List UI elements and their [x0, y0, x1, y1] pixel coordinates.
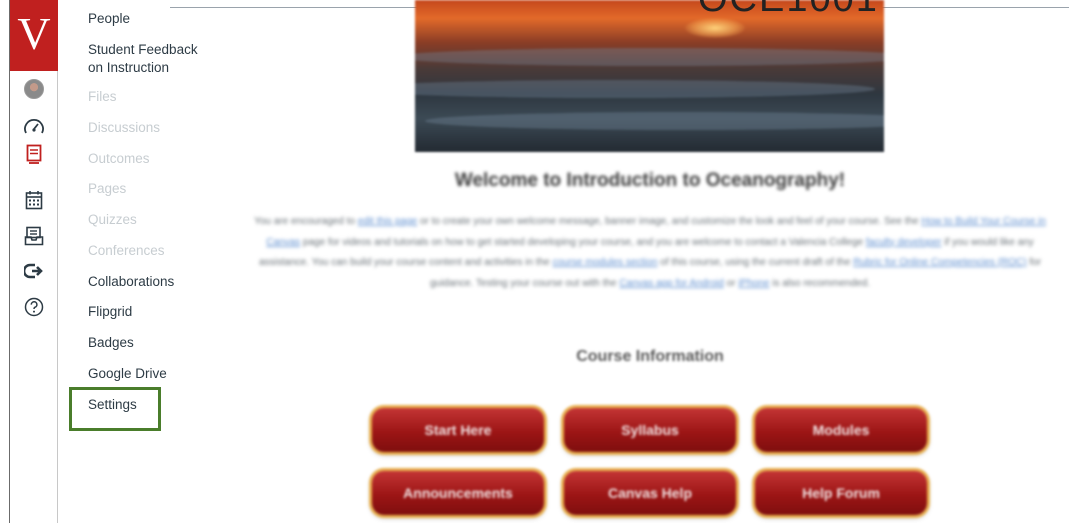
- dashboard-nav-item[interactable]: [10, 112, 58, 142]
- help-nav-item[interactable]: [10, 292, 58, 322]
- avatar: [24, 79, 44, 99]
- global-nav: V: [9, 0, 58, 523]
- wave: [415, 80, 875, 98]
- course-nav-conferences[interactable]: Conferences: [88, 242, 165, 260]
- help-icon: [24, 297, 44, 317]
- help-forum-button[interactable]: Help Forum: [755, 471, 927, 515]
- syllabus-button[interactable]: Syllabus: [564, 408, 736, 452]
- wave: [415, 48, 884, 66]
- intro-text: is also recommended.: [769, 277, 871, 289]
- course-nav-outcomes[interactable]: Outcomes: [88, 150, 150, 168]
- valencia-logo[interactable]: V: [10, 0, 58, 71]
- intro-text: or to create your own welcome message, b…: [417, 216, 922, 227]
- canvas-course-page: V People Student Feedback on Instruction…: [0, 0, 1069, 523]
- intro-text: page for videos and tutorials on how to …: [300, 236, 866, 248]
- course-modules-link[interactable]: course modules section: [552, 257, 657, 268]
- course-nav-quizzes[interactable]: Quizzes: [88, 211, 137, 229]
- android-app-link[interactable]: Canvas app for Android: [619, 278, 724, 289]
- course-nav-files[interactable]: Files: [88, 88, 117, 106]
- wave: [425, 112, 884, 130]
- start-here-button[interactable]: Start Here: [372, 408, 544, 452]
- settings-highlight-box: [69, 387, 161, 431]
- course-nav-collaborations[interactable]: Collaborations: [88, 273, 174, 291]
- commons-icon: [24, 263, 43, 279]
- welcome-heading: Welcome to Introduction to Oceanography!: [454, 170, 846, 191]
- course-nav-label-line: on Instruction: [88, 60, 170, 75]
- inbox-nav-item[interactable]: [10, 221, 58, 251]
- calendar-icon: [25, 191, 43, 210]
- edit-page-link[interactable]: edit this page: [358, 216, 418, 227]
- calendar-nav-item[interactable]: [10, 185, 58, 215]
- course-nav-student-feedback[interactable]: Student Feedback on Instruction: [88, 41, 198, 77]
- faculty-developer-link[interactable]: faculty developer: [866, 237, 942, 248]
- canvas-help-button[interactable]: Canvas Help: [564, 471, 736, 515]
- course-nav-google-drive[interactable]: Google Drive: [88, 365, 167, 383]
- course-nav-badges[interactable]: Badges: [88, 334, 134, 352]
- banner-image: [415, 0, 884, 152]
- banner-title: OCE1001: [698, 0, 879, 21]
- course-nav-pages[interactable]: Pages: [88, 180, 126, 198]
- dashboard-icon: [24, 119, 44, 134]
- announcements-button[interactable]: Announcements: [372, 471, 544, 515]
- intro-text: or: [723, 277, 739, 289]
- course-nav-label-line: Student Feedback: [88, 42, 198, 57]
- intro-text: of this course, using the current draft …: [657, 257, 854, 268]
- sunset-glow: [685, 18, 745, 38]
- intro-paragraph: You are encouraged to edit this page or …: [254, 212, 1046, 294]
- roc-rubric-link[interactable]: Rubric for Online Competencies (ROC): [853, 257, 1026, 268]
- course-nav-discussions[interactable]: Discussions: [88, 119, 160, 137]
- account-nav-item[interactable]: [10, 74, 58, 104]
- iphone-app-link[interactable]: iPhone: [738, 278, 769, 289]
- course-info-heading: Course Information: [576, 348, 724, 365]
- courses-icon: [26, 144, 42, 164]
- inbox-icon: [24, 226, 44, 246]
- course-nav-flipgrid[interactable]: Flipgrid: [88, 303, 132, 321]
- courses-nav-item[interactable]: [10, 139, 58, 169]
- commons-nav-item[interactable]: [10, 256, 58, 286]
- modules-button[interactable]: Modules: [755, 408, 927, 452]
- course-nav-people[interactable]: People: [88, 10, 130, 28]
- intro-text: You are encouraged to: [254, 216, 358, 227]
